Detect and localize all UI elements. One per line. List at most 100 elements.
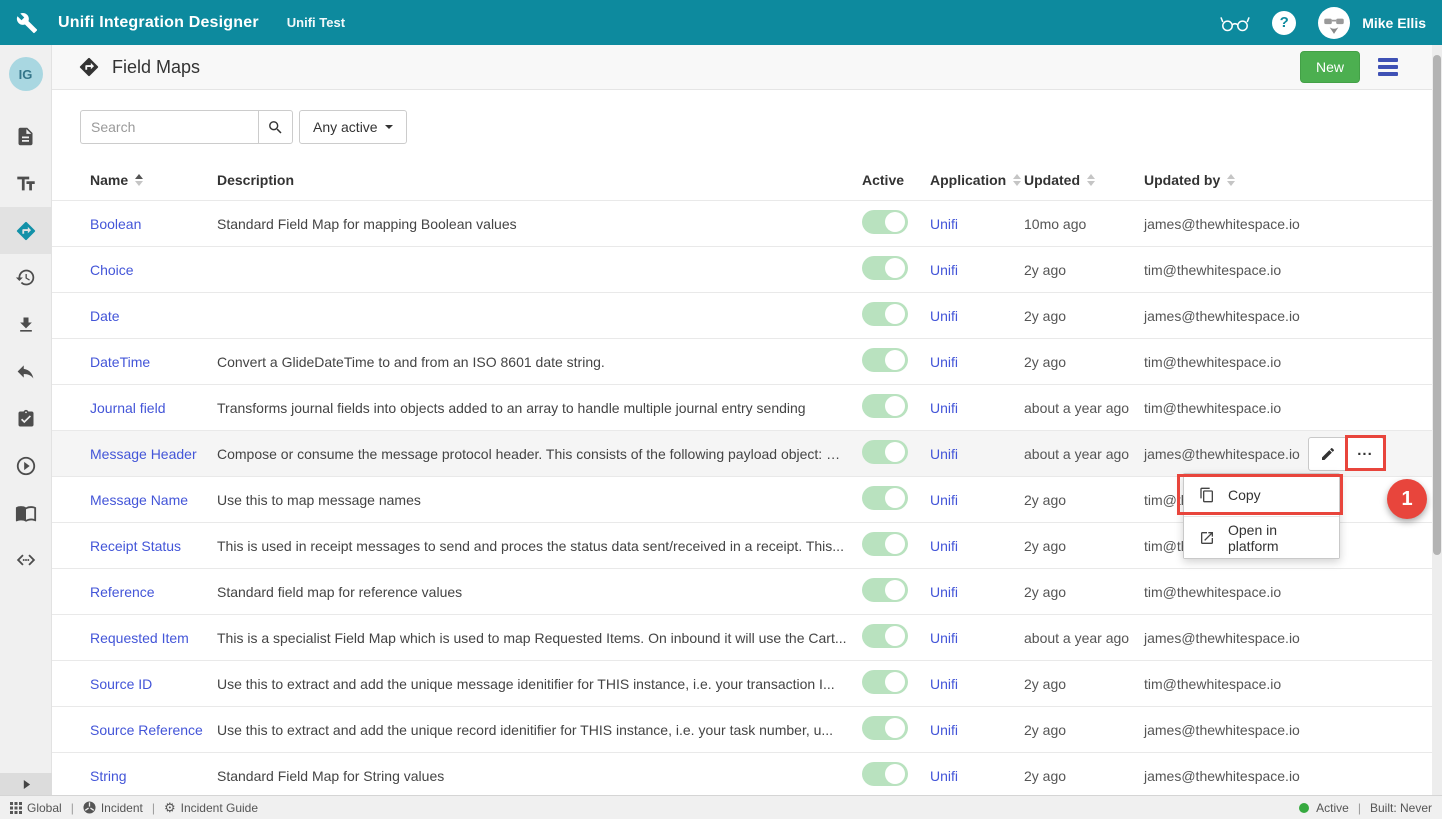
field-map-name-link[interactable]: DateTime: [90, 354, 150, 370]
table-row[interactable]: DateTime Convert a GlideDateTime to and …: [52, 338, 1442, 384]
table-row[interactable]: Choice Unifi 2y ago tim@thewhitespace.io…: [52, 246, 1442, 292]
column-header-description[interactable]: Description: [217, 172, 862, 188]
edit-button[interactable]: [1309, 438, 1346, 470]
field-map-description: This is used in receipt messages to send…: [217, 538, 862, 554]
sidebar-item-docs[interactable]: [0, 489, 52, 536]
environment-name[interactable]: Unifi Test: [287, 15, 345, 30]
sidebar-item-documents[interactable]: [0, 113, 52, 160]
main-content: Field Maps New Any active Name Descripti…: [52, 45, 1442, 795]
active-toggle[interactable]: [862, 210, 908, 234]
column-header-active[interactable]: Active: [862, 172, 930, 188]
sidebar-item-download[interactable]: [0, 301, 52, 348]
application-link[interactable]: Unifi: [930, 630, 958, 646]
application-link[interactable]: Unifi: [930, 722, 958, 738]
menu-item-copy[interactable]: Copy: [1184, 474, 1339, 516]
scrollbar-thumb[interactable]: [1433, 55, 1441, 555]
table-row[interactable]: Message Header Compose or consume the me…: [52, 430, 1442, 476]
field-map-name-link[interactable]: Message Name: [90, 492, 188, 508]
sidebar-item-text-fields[interactable]: [0, 160, 52, 207]
row-actions: ...: [1308, 437, 1384, 471]
application-link[interactable]: Unifi: [930, 584, 958, 600]
field-map-name-link[interactable]: Message Header: [90, 446, 197, 462]
active-toggle[interactable]: [862, 578, 908, 602]
application-link[interactable]: Unifi: [930, 308, 958, 324]
field-map-name-link[interactable]: Source ID: [90, 676, 152, 692]
active-toggle[interactable]: [862, 532, 908, 556]
active-toggle[interactable]: [862, 716, 908, 740]
sidebar-item-reply[interactable]: [0, 348, 52, 395]
application-link[interactable]: Unifi: [930, 538, 958, 554]
new-button[interactable]: New: [1300, 51, 1360, 83]
scope-picker[interactable]: Global: [10, 801, 62, 815]
field-map-name-link[interactable]: Boolean: [90, 216, 141, 232]
sidebar-item-history[interactable]: [0, 254, 52, 301]
field-map-name-link[interactable]: Receipt Status: [90, 538, 181, 554]
sort-icon[interactable]: [135, 174, 143, 186]
guide-label: Incident Guide: [181, 801, 258, 815]
active-toggle[interactable]: [862, 348, 908, 372]
menu-item-open-in-platform[interactable]: Open in platform: [1184, 516, 1339, 558]
field-map-name-link[interactable]: Reference: [90, 584, 155, 600]
sidebar-item-run[interactable]: [0, 442, 52, 489]
active-toggle[interactable]: [862, 302, 908, 326]
table-row[interactable]: Requested Item This is a specialist Fiel…: [52, 614, 1442, 660]
field-map-name-link[interactable]: Journal field: [90, 400, 166, 416]
vertical-scrollbar[interactable]: [1432, 45, 1442, 795]
table-row[interactable]: Source Reference Use this to extract and…: [52, 706, 1442, 752]
active-toggle[interactable]: [862, 762, 908, 786]
application-link[interactable]: Unifi: [930, 262, 958, 278]
field-map-name-link[interactable]: Requested Item: [90, 630, 189, 646]
guide-picker[interactable]: ⚙ Incident Guide: [164, 800, 258, 816]
active-toggle[interactable]: [862, 256, 908, 280]
application-picker[interactable]: Incident: [83, 801, 143, 815]
glasses-icon[interactable]: [1220, 13, 1250, 33]
menu-icon[interactable]: [1378, 58, 1398, 76]
active-toggle[interactable]: [862, 670, 908, 694]
application-link[interactable]: Unifi: [930, 216, 958, 232]
sort-icon[interactable]: [1227, 174, 1235, 186]
search-input[interactable]: [80, 110, 258, 144]
user-name[interactable]: Mike Ellis: [1362, 15, 1426, 31]
more-button[interactable]: ...: [1346, 438, 1383, 470]
active-toggle[interactable]: [862, 394, 908, 418]
field-map-name-link[interactable]: Source Reference: [90, 722, 203, 738]
wrench-icon[interactable]: [16, 12, 38, 34]
separator: |: [150, 801, 157, 815]
table-row[interactable]: Date Unifi 2y ago james@thewhitespace.io…: [52, 292, 1442, 338]
table-row[interactable]: Journal field Transforms journal fields …: [52, 384, 1442, 430]
sidebar-item-field-maps[interactable]: [0, 207, 52, 254]
sidebar-item-tasks[interactable]: [0, 395, 52, 442]
active-toggle[interactable]: [862, 486, 908, 510]
application-link[interactable]: Unifi: [930, 400, 958, 416]
field-map-name-link[interactable]: String: [90, 768, 127, 784]
menu-item-label: Copy: [1228, 487, 1261, 503]
column-header-name[interactable]: Name: [90, 172, 217, 188]
application-link[interactable]: Unifi: [930, 446, 958, 462]
application-link[interactable]: Unifi: [930, 492, 958, 508]
sort-icon[interactable]: [1087, 174, 1095, 186]
workspace-avatar[interactable]: IG: [9, 57, 43, 91]
table-row[interactable]: Boolean Standard Field Map for mapping B…: [52, 200, 1442, 246]
sort-icon[interactable]: [1013, 174, 1021, 186]
application-link[interactable]: Unifi: [930, 768, 958, 784]
sidebar-item-code[interactable]: [0, 536, 52, 583]
active-filter-dropdown[interactable]: Any active: [299, 110, 407, 144]
column-header-updated-by[interactable]: Updated by: [1144, 172, 1342, 188]
field-map-name-link[interactable]: Choice: [90, 262, 134, 278]
search-button[interactable]: [258, 110, 293, 144]
table-row[interactable]: Source ID Use this to extract and add th…: [52, 660, 1442, 706]
field-map-name-link[interactable]: Date: [90, 308, 120, 324]
column-header-application[interactable]: Application: [930, 172, 1024, 188]
user-avatar[interactable]: [1318, 7, 1350, 39]
application-link[interactable]: Unifi: [930, 676, 958, 692]
column-header-updated[interactable]: Updated: [1024, 172, 1144, 188]
active-toggle[interactable]: [862, 624, 908, 648]
updated-by-cell: james@thewhitespace.io: [1144, 216, 1342, 232]
help-icon[interactable]: ?: [1272, 11, 1296, 35]
table-row[interactable]: String Standard Field Map for String val…: [52, 752, 1442, 795]
sidebar-collapse-toggle[interactable]: [0, 773, 52, 795]
expand-arrow-icon: [22, 780, 31, 789]
active-toggle[interactable]: [862, 440, 908, 464]
application-link[interactable]: Unifi: [930, 354, 958, 370]
table-row[interactable]: Reference Standard field map for referen…: [52, 568, 1442, 614]
